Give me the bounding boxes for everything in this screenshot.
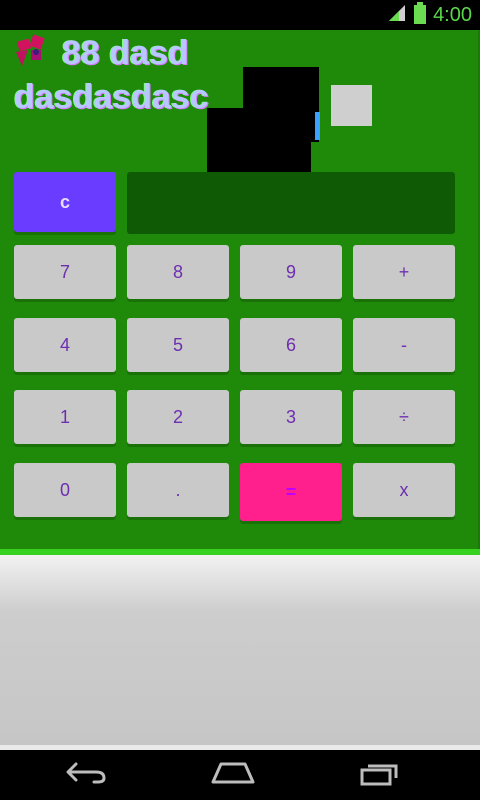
empty-content-area: [0, 555, 480, 745]
equals-button[interactable]: =: [240, 463, 342, 521]
key-1[interactable]: 1: [14, 390, 116, 444]
app-subtitle: dasdasdasc: [14, 78, 209, 116]
clear-button[interactable]: c: [14, 172, 116, 232]
recents-icon: [356, 760, 402, 790]
key-plus[interactable]: +: [353, 245, 455, 299]
key-8[interactable]: 8: [127, 245, 229, 299]
key-7[interactable]: 7: [14, 245, 116, 299]
key-0[interactable]: 0: [14, 463, 116, 517]
key-minus[interactable]: -: [353, 318, 455, 372]
gray-placeholder: [331, 85, 372, 126]
key-6[interactable]: 6: [240, 318, 342, 372]
home-icon: [209, 760, 257, 790]
key-5[interactable]: 5: [127, 318, 229, 372]
key-3[interactable]: 3: [240, 390, 342, 444]
recents-button[interactable]: [324, 750, 434, 800]
key-multiply[interactable]: x: [353, 463, 455, 517]
app-title: 88 dasd: [62, 34, 189, 72]
text-cursor: [315, 112, 320, 140]
status-time: 4:00: [433, 3, 472, 26]
result-display: [127, 172, 455, 234]
flower-logo-icon: [14, 34, 48, 72]
home-button[interactable]: [178, 750, 288, 800]
key-divide[interactable]: ÷: [353, 390, 455, 444]
redaction-block: [207, 108, 311, 182]
battery-icon: [413, 2, 427, 28]
back-button[interactable]: [32, 750, 142, 800]
key-9[interactable]: 9: [240, 245, 342, 299]
back-icon: [64, 760, 110, 790]
navigation-bar: [0, 750, 480, 800]
key-decimal[interactable]: .: [127, 463, 229, 517]
status-bar: 4:00: [0, 0, 480, 30]
signal-icon: [387, 3, 407, 27]
key-4[interactable]: 4: [14, 318, 116, 372]
status-icons: 4:00: [387, 2, 472, 28]
key-2[interactable]: 2: [127, 390, 229, 444]
